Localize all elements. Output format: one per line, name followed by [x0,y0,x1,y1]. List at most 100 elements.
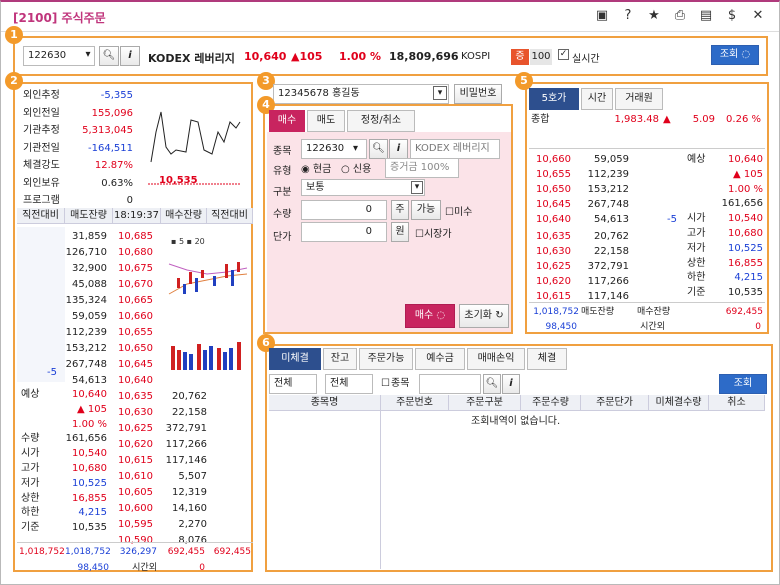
orders-stock-input[interactable] [419,374,481,394]
available-button[interactable]: 가능 [411,200,441,220]
price-label: 단가 [273,232,292,243]
order-window: [2100] 주식주문 ▣? ★ ⎙ ▤ $ ✕ 1 122630 ▾ 🔍︎ i KODE… [0,0,780,585]
info-row-value: -164,511 [88,142,133,154]
q5-after-hours: 시간외 [640,322,665,332]
q5-after-hours: 98,450 [545,322,578,332]
summary-label: 고가 [21,463,40,474]
password-button[interactable]: 비밀번호 [454,84,502,104]
help-icon[interactable]: ? [621,8,635,23]
sell-diff-value: -5 [47,367,57,378]
buy-qty: 5,507 [178,471,207,482]
buy-qty: 14,160 [172,503,207,514]
summary-value: 1.00 % [72,418,107,430]
sell-qty: 31,859 [72,231,107,242]
orders-filter-1[interactable]: 전체 [269,374,317,394]
footer-total: 1,018,752 [65,547,111,557]
realtime-label: 실시간 [572,54,600,65]
print-icon[interactable]: ⎙ [673,8,687,23]
cash-radio[interactable]: ◉ 현금 [301,160,331,175]
order-class-select[interactable]: 보통 [301,179,425,196]
price-input[interactable]: 0 [301,222,387,242]
code-dropdown-icon[interactable]: ▾ [81,46,95,66]
orders-tab-5[interactable]: 체결 [527,348,567,370]
orders-tab-0[interactable]: 미체결 [269,348,321,370]
orders-query-button[interactable]: 조회 [719,374,767,394]
no-qty-checkbox[interactable]: ☐미수 [445,203,472,218]
q5-summary-value: 10,680 [728,228,763,239]
footer-after-hours: 98,450 [77,563,110,573]
summary-value: 10,540 [72,448,107,460]
sell-qty: 32,900 [72,263,107,274]
credit-radio[interactable]: ○ 신용 [341,160,371,175]
q5-summary-value: 10,640 [728,154,763,165]
info-row-value: 155,096 [91,107,133,119]
quote-tab-1[interactable]: 시간 [581,88,613,110]
sell-price: 10,655 [118,327,153,338]
order-code-dropdown-icon[interactable]: ▾ [353,143,358,154]
order-info-icon[interactable]: i [389,139,408,159]
sell-price: 10,665 [118,295,153,306]
titlebar-icons: ▣? ★ ⎙ ▤ $ ✕ [595,8,765,23]
summary-value: 10,535 [72,522,107,534]
q5-buy-price: 10,620 [536,276,571,287]
chat-icon[interactable]: ▣ [595,8,609,23]
buy-button[interactable]: 매수 ◌ [405,304,455,328]
order-search-icon[interactable]: 🔍︎ [369,139,388,159]
q5-buy-price: 10,630 [536,246,571,257]
buy-price: 10,615 [118,455,153,466]
order-tab-0[interactable]: 매수 [269,110,305,132]
account-select[interactable]: 12345678 홍길동 [273,84,449,104]
search-icon[interactable]: 🔍︎ [99,46,119,66]
sell-qty: 135,324 [65,295,107,306]
sell-price: 10,685 [118,231,153,242]
footer-total: 692,455 [167,547,205,557]
orders-stock-checkbox[interactable]: ☐ [381,376,390,392]
sell-qty: 153,212 [65,343,107,354]
buy-qty: 372,791 [165,423,207,434]
info-icon[interactable]: i [120,46,140,66]
won-unit-button[interactable]: 원 [391,222,409,242]
buy-price: 10,635 [118,391,153,402]
q5-summary-value: ▲ 105 [733,168,763,180]
quote-tab-2[interactable]: 거래원 [615,88,663,110]
realtime-checkbox[interactable]: ✓ [558,49,569,60]
orders-tab-4[interactable]: 매매손익 [467,348,525,370]
copy-icon[interactable]: ▤ [699,8,713,23]
reset-button[interactable]: 초기화 ↻ [459,304,509,328]
query-button[interactable]: 조회 ◌ [711,45,759,65]
info-row-value: 0.63% [101,177,133,189]
class-dropdown-icon[interactable]: ▾ [411,181,423,194]
orders-tab-3[interactable]: 예수금 [415,348,465,370]
stock-name: KODEX 레버리지 [148,52,235,65]
close-icon[interactable]: ✕ [751,8,765,23]
star-icon[interactable]: ★ [647,8,661,23]
qty-input[interactable]: 0 [301,200,387,220]
orders-filter-2[interactable]: 전체 [325,374,373,394]
quote-tab-0[interactable]: 5호가 [529,88,579,110]
share-unit-button[interactable]: 주 [391,200,409,220]
q5-summary-value: 1.00 % [728,183,763,195]
window-title: [2100] 주식주문 [13,11,106,25]
q5-summary-value: 161,656 [721,198,763,210]
orders-info-icon[interactable]: i [502,374,520,394]
orders-tab-1[interactable]: 잔고 [323,348,357,370]
summary-value: 10,680 [72,463,107,474]
q5-sell-price: 10,655 [536,169,571,180]
margin-tag: 증 [511,49,529,65]
orders-tab-2[interactable]: 주문가능 [359,348,413,370]
account-dropdown-icon[interactable]: ▾ [433,86,447,100]
summary-label: 하한 [21,507,40,519]
q5-summary-label: 저가 [687,242,706,254]
order-tab-2[interactable]: 정정/취소 [347,110,415,132]
footer-total: 1,018,752 [19,547,65,557]
q5-buy-price: 10,625 [536,261,571,272]
class-label: 구분 [273,187,292,198]
margin-value: 100 [530,49,552,65]
order-tab-1[interactable]: 매도 [307,110,345,132]
summary-label: 상한 [21,492,40,504]
orders-header-cell: 주문단가 [581,395,649,411]
sell-qty: 45,088 [72,279,107,290]
dollar-icon[interactable]: $ [725,8,739,23]
market-price-checkbox[interactable]: ☐시장가 [415,225,452,240]
orders-search-icon[interactable]: 🔍︎ [483,374,501,394]
